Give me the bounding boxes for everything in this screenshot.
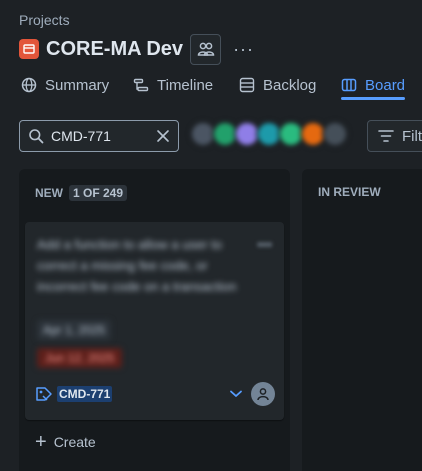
project-header: CORE-MA Dev ··· [19,33,254,65]
column-header: NEW 1 OF 249 [35,185,128,201]
tab-board-label: Board [365,76,406,94]
close-icon [157,130,169,142]
clear-search-button[interactable] [156,129,170,143]
filter-button[interactable]: Filte [367,120,422,152]
assignee-avatars[interactable] [190,121,348,151]
filter-icon [378,130,394,142]
create-issue-button[interactable]: + Create [35,431,96,453]
column-title: NEW [35,186,63,200]
people-icon [197,42,214,56]
search-field[interactable] [19,120,179,152]
filter-label: Filte [402,127,422,145]
issue-count-badge: 1 OF 249 [69,185,128,201]
board-page: Projects CORE-MA Dev ··· Summary Timelin… [0,0,422,471]
search-icon [29,129,44,144]
start-date-badge: Apr 1, 2025 [37,320,112,340]
card-more-button[interactable]: ••• [257,236,272,252]
due-date-badge: Jun 12, 2025 [37,348,123,368]
tab-timeline-label: Timeline [157,76,214,94]
column-header: IN REVIEW [318,185,381,199]
tab-backlog-label: Backlog [263,76,317,94]
project-icon [19,39,39,59]
breadcrumb[interactable]: Projects [19,12,70,28]
timeline-icon [133,78,149,92]
priority-low-icon [229,389,243,399]
project-tabs: Summary Timeline Backlog Board [0,70,422,100]
globe-icon [21,77,37,93]
card-footer: CMD-771 [35,379,275,409]
plus-icon: + [35,431,47,453]
issue-type-icon [36,387,52,401]
board-icon [341,78,357,92]
backlog-icon [239,77,255,93]
issue-summary: Add a function to allow a user to correc… [37,237,237,294]
avatar[interactable] [322,121,348,147]
column-in-review: IN REVIEW [302,169,422,471]
column-title: IN REVIEW [318,185,381,199]
more-actions-button[interactable]: ··· [233,40,254,58]
tab-timeline[interactable]: Timeline [133,70,213,100]
page-title: CORE-MA Dev [46,37,184,60]
create-label: Create [53,434,96,450]
tab-summary[interactable]: Summary [21,70,109,100]
issue-card[interactable]: Add a function to allow a user to correc… [25,222,284,420]
search-input[interactable] [51,128,143,144]
user-icon [257,388,269,401]
column-new: NEW 1 OF 249 Add a function to allow a u… [19,169,290,471]
assignee-avatar[interactable] [251,382,275,406]
tab-backlog[interactable]: Backlog [239,70,316,100]
issue-key-link[interactable]: CMD-771 [57,386,113,402]
tab-board[interactable]: Board [341,70,406,100]
people-button[interactable] [190,33,222,65]
tab-summary-label: Summary [45,76,110,94]
